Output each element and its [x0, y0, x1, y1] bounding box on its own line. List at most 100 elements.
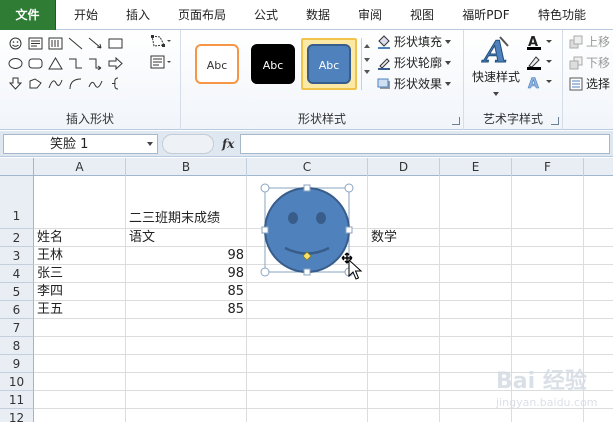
select-all-corner[interactable]	[0, 158, 34, 176]
row-header-7[interactable]: 7	[0, 319, 34, 337]
column-header-d[interactable]: D	[368, 158, 440, 176]
row-header-9[interactable]: 9	[0, 355, 34, 373]
name-box[interactable]: 笑脸 1	[3, 134, 158, 154]
resize-handle-left[interactable]	[261, 226, 269, 234]
elbow-connector-shape-icon[interactable]	[68, 57, 83, 70]
shapes-gallery[interactable]	[6, 35, 136, 95]
style-gallery-scroll[interactable]	[361, 38, 371, 90]
column-header-a[interactable]: A	[34, 158, 126, 176]
right-arrow-shape-icon[interactable]	[108, 57, 123, 70]
selection-pane-icon	[569, 77, 583, 91]
tab-review[interactable]: 审阅	[352, 5, 388, 25]
column-header-f[interactable]: F	[512, 158, 584, 176]
shape-style-preview-outline[interactable]: Abc	[195, 44, 239, 84]
wordart-launcher-icon[interactable]	[551, 117, 559, 125]
cell-b4-score[interactable]: 98	[126, 265, 244, 283]
edit-shape-icon[interactable]	[150, 34, 172, 48]
shape-effects-button[interactable]: 形状效果	[377, 75, 452, 93]
gallery-more-icon[interactable]	[364, 70, 370, 74]
quick-styles-button[interactable]: 快速样式	[472, 68, 520, 86]
row-header-10[interactable]: 10	[0, 373, 34, 391]
resize-handle-top-right[interactable]	[344, 183, 354, 193]
send-backward-button[interactable]: 下移	[569, 54, 610, 72]
oval-shape-icon[interactable]	[8, 57, 23, 70]
row-header-11[interactable]: 11	[0, 391, 34, 409]
text-fill-icon[interactable]: A	[526, 34, 556, 50]
tab-file[interactable]: 文件	[0, 0, 56, 30]
wave-shape-icon[interactable]	[88, 77, 103, 90]
elbow-arrow-shape-icon[interactable]	[88, 57, 103, 70]
row-header-8[interactable]: 8	[0, 337, 34, 355]
row-header-5[interactable]: 5	[0, 283, 34, 301]
name-box-dropdown-icon[interactable]	[147, 142, 153, 146]
row-header-1[interactable]: 1	[0, 176, 34, 229]
cell-a4-name[interactable]: 张三	[37, 265, 63, 283]
svg-text:Bai 经验: Bai 经验	[496, 368, 587, 394]
shape-fill-button[interactable]: 形状填充	[377, 33, 452, 51]
cell-a3-name[interactable]: 王林	[37, 247, 63, 265]
textbox-shape-icon[interactable]	[28, 37, 43, 50]
cell-b3-score[interactable]: 98	[126, 247, 244, 265]
row-header-3[interactable]: 3	[0, 247, 34, 265]
arrow-line-shape-icon[interactable]	[88, 37, 103, 50]
cell-a2-header-name[interactable]: 姓名	[37, 229, 63, 247]
row-header-4[interactable]: 4	[0, 265, 34, 283]
row-header-2[interactable]: 2	[0, 229, 34, 247]
gridline	[34, 354, 613, 355]
tab-foxit-pdf[interactable]: 福昕PDF	[456, 5, 516, 25]
down-arrow-shape-icon[interactable]	[8, 77, 23, 90]
text-box-icon[interactable]	[150, 55, 172, 69]
column-header-b[interactable]: B	[126, 158, 247, 176]
column-header-c[interactable]: C	[247, 158, 368, 176]
tab-insert[interactable]: 插入	[120, 5, 156, 25]
tab-special-features[interactable]: 特色功能	[530, 5, 594, 25]
formula-cancel-enter-area[interactable]	[162, 134, 214, 154]
column-header-e[interactable]: E	[440, 158, 512, 176]
cell-b5-score[interactable]: 85	[126, 283, 244, 301]
text-outline-icon[interactable]	[526, 54, 556, 70]
tab-formulas[interactable]: 公式	[248, 5, 284, 25]
cell-b6-score[interactable]: 85	[126, 301, 244, 319]
resize-handle-bottom[interactable]	[303, 268, 311, 276]
group-wordart-styles: A 快速样式 A A 艺术字样式	[464, 30, 563, 130]
tab-page-layout[interactable]: 页面布局	[172, 5, 232, 25]
scroll-up-icon[interactable]	[364, 44, 370, 48]
text-effects-icon[interactable]: A	[526, 74, 556, 92]
rounded-rectangle-shape-icon[interactable]	[28, 57, 43, 70]
tab-home[interactable]: 开始	[68, 5, 104, 25]
triangle-shape-icon[interactable]	[48, 57, 63, 70]
tab-view[interactable]: 视图	[404, 5, 440, 25]
resize-handle-bottom-left[interactable]	[260, 267, 270, 277]
shape-outline-button[interactable]: 形状轮廓	[377, 54, 452, 72]
gridline	[34, 300, 613, 301]
cell-d2-header-math[interactable]: 数学	[371, 229, 397, 247]
resize-handle-right[interactable]	[345, 226, 353, 234]
brace-shape-icon[interactable]	[108, 77, 123, 90]
shape-style-preview-black[interactable]: Abc	[251, 44, 295, 84]
freeform-shape-icon[interactable]	[28, 77, 43, 90]
cell-a6-name[interactable]: 王五	[37, 301, 63, 319]
cell-a5-name[interactable]: 李四	[37, 283, 63, 301]
cell-b2-header-chinese[interactable]: 语文	[129, 229, 155, 247]
curve-shape-icon[interactable]	[48, 77, 63, 90]
formula-input[interactable]	[240, 134, 610, 154]
cell-b1-title[interactable]: 二三班期末成绩	[129, 210, 220, 228]
rectangle-shape-icon[interactable]	[108, 37, 123, 50]
shape-style-preview-blue[interactable]: Abc	[307, 44, 351, 84]
bring-forward-button[interactable]: 上移	[569, 33, 610, 51]
vertical-textbox-shape-icon[interactable]	[48, 37, 63, 50]
line-shape-icon[interactable]	[68, 37, 83, 50]
selection-pane-button[interactable]: 选择	[569, 75, 610, 93]
resize-handle-top-left[interactable]	[260, 183, 270, 193]
resize-handle-top[interactable]	[303, 184, 311, 192]
smiley-shape-icon[interactable]	[8, 37, 23, 50]
row-header-12[interactable]: 12	[0, 409, 34, 422]
quick-styles-caret-icon[interactable]	[493, 92, 499, 96]
row-header-6[interactable]: 6	[0, 301, 34, 319]
scroll-down-icon[interactable]	[364, 58, 370, 62]
shape-styles-launcher-icon[interactable]	[452, 117, 460, 125]
arc-shape-icon[interactable]	[68, 77, 83, 90]
insert-function-icon[interactable]: fx	[222, 134, 234, 154]
quick-styles-icon[interactable]: A	[478, 34, 514, 71]
tab-data[interactable]: 数据	[300, 5, 336, 25]
